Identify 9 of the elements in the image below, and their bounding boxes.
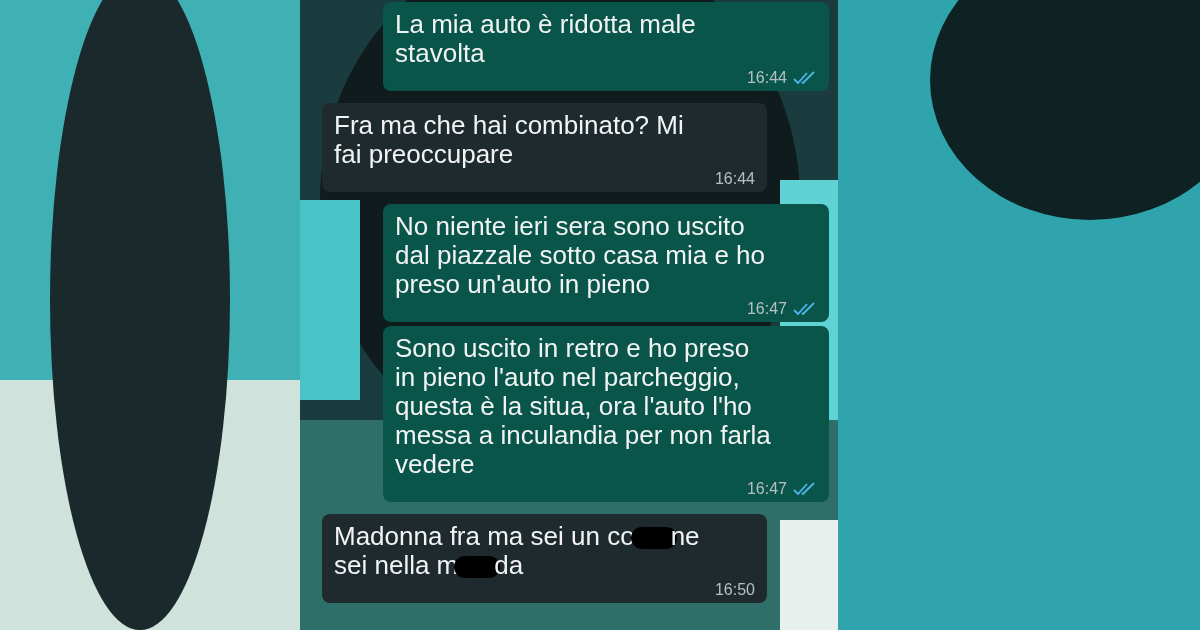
message-text: No niente ieri sera sono uscito dal piazzale sotto casa mia e ho preso un'auto in pieno — [395, 212, 765, 299]
message-time: 16:44 — [746, 69, 787, 87]
message-time: 16:47 — [746, 300, 787, 318]
message-time: 16:47 — [746, 480, 787, 498]
message-text: Sono uscito in retro e ho preso in pieno l'auto nel parcheggio, questa è la situa, ora l'auto l'ho messa a inculandia per non farla vedere — [395, 334, 771, 479]
message-text: La mia auto è ridotta male stavolta — [395, 10, 696, 68]
message-time: 16:50 — [714, 581, 755, 599]
message-time: 16:44 — [714, 170, 755, 188]
message-text: Fra ma che hai combinato? Mi fai preoccupare — [334, 111, 684, 169]
